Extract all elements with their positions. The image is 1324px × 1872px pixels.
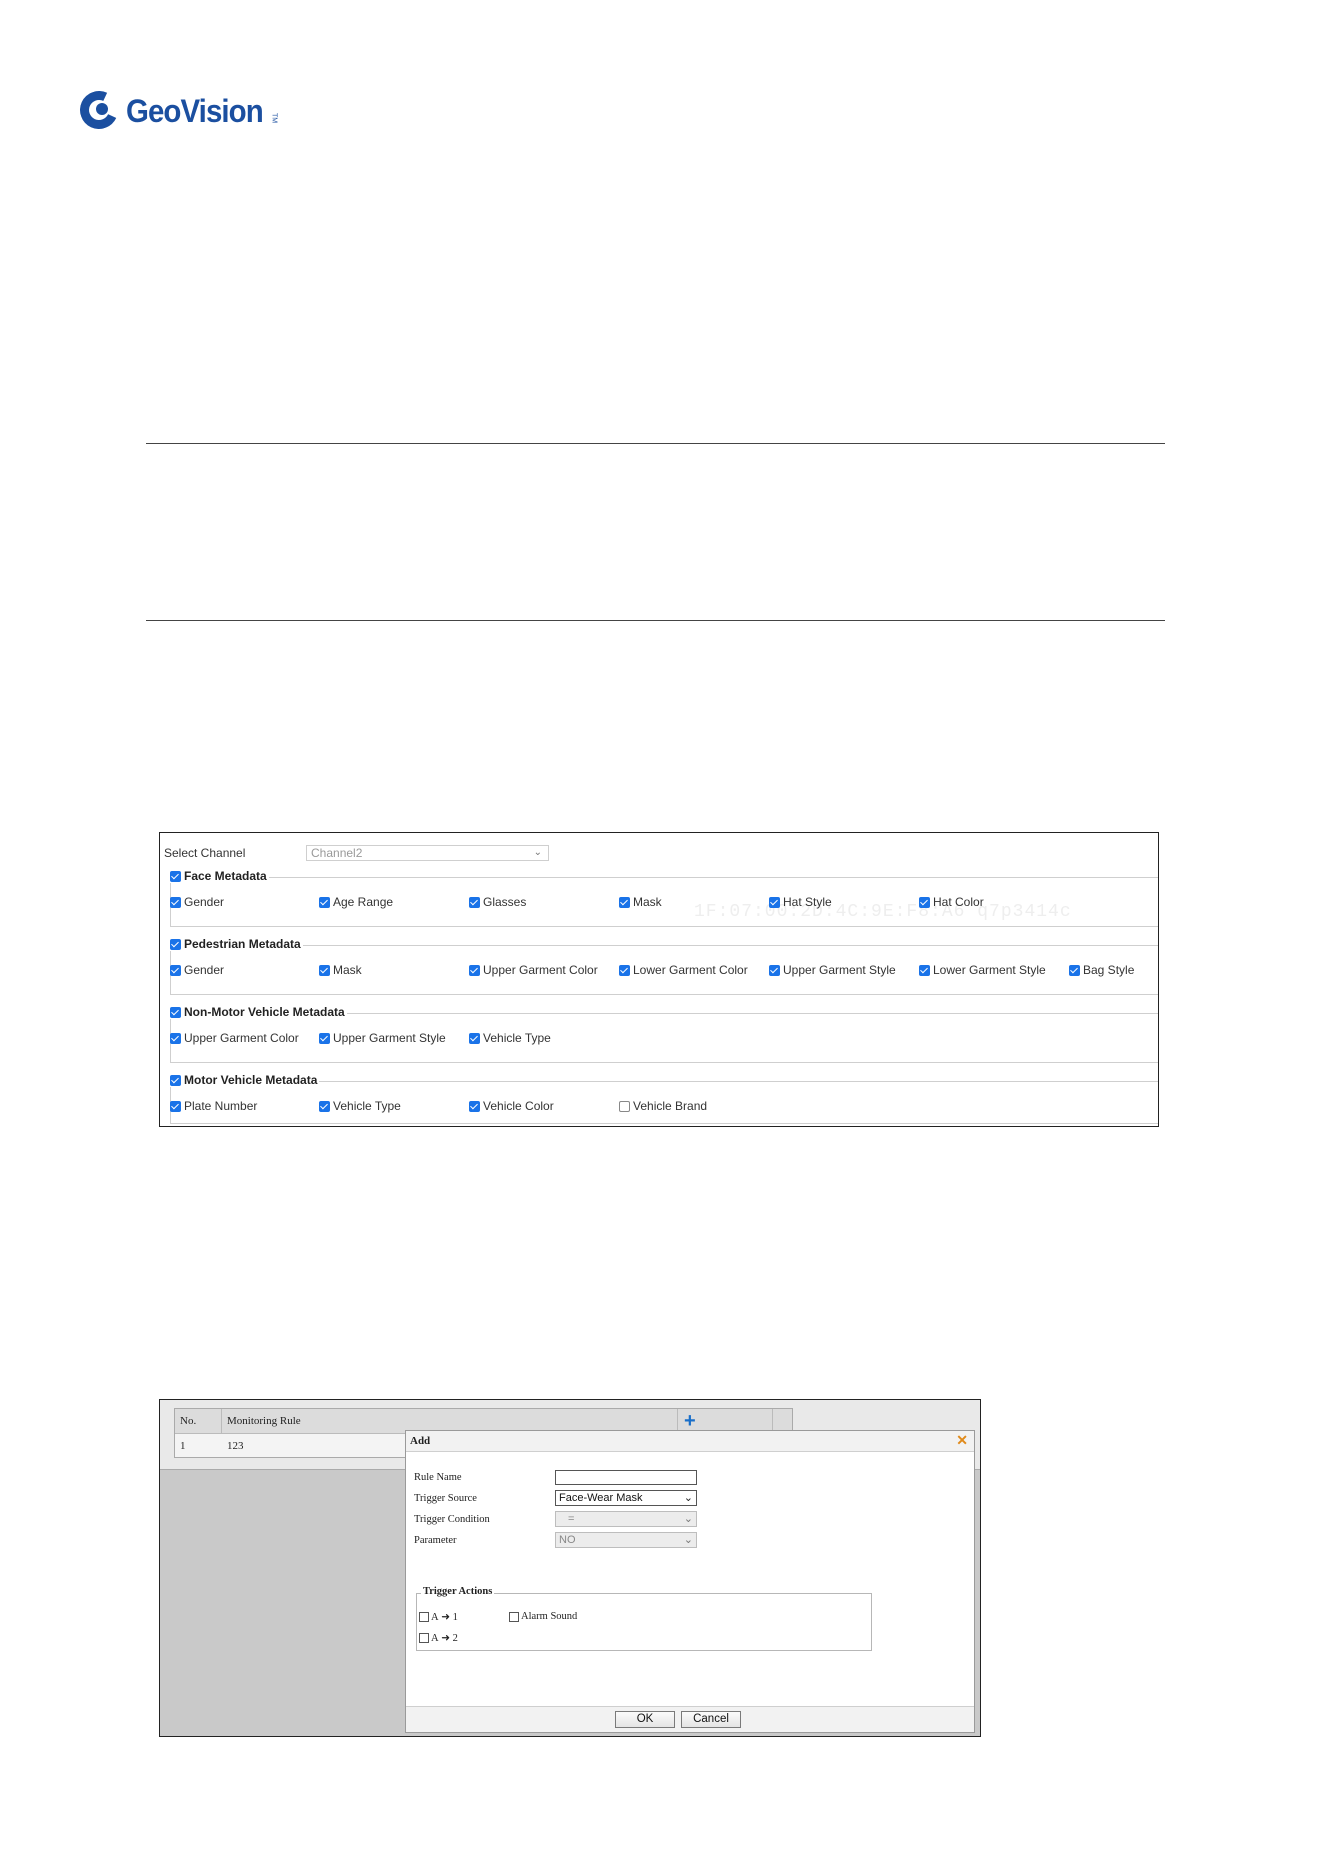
pedestrian-metadata-group: Pedestrian Metadata Gender Mask Upper Ga… — [170, 937, 1158, 995]
option-lower-garment-color[interactable]: Lower Garment Color — [619, 963, 748, 977]
dialog-title: Add — [410, 1435, 431, 1447]
checkbox-checked-icon — [319, 1100, 330, 1112]
cancel-button[interactable]: Cancel — [681, 1711, 741, 1728]
option-vehicle-brand[interactable]: Vehicle Brand — [619, 1099, 707, 1113]
arrow-right-icon: ➜ — [438, 1612, 453, 1623]
option-mask[interactable]: Mask — [619, 895, 662, 909]
checkbox-checked-icon — [170, 964, 181, 976]
option-upper-garment-color[interactable]: Upper Garment Color — [469, 963, 598, 977]
select-channel-row: Select Channel Channel2 ⌄ — [164, 845, 549, 861]
action-a-to-1[interactable]: A ➜ 1 — [419, 1611, 458, 1623]
parameter-select[interactable]: NO ⌄ — [555, 1532, 697, 1548]
trigger-source-select[interactable]: Face-Wear Mask ⌄ — [555, 1490, 697, 1506]
checkbox-unchecked-icon — [509, 1611, 519, 1622]
brand-name: GeoVision — [126, 92, 264, 129]
option-upper-garment-color[interactable]: Upper Garment Color — [170, 1031, 299, 1045]
rule-name-input[interactable] — [555, 1470, 697, 1485]
chevron-down-icon: ⌄ — [533, 847, 542, 858]
checkbox-checked-icon — [170, 1006, 181, 1018]
trigger-condition-label: Trigger Condition — [414, 1513, 490, 1525]
option-vehicle-type[interactable]: Vehicle Type — [469, 1031, 551, 1045]
checkbox-checked-icon — [619, 896, 630, 908]
select-channel-label: Select Channel — [164, 846, 246, 860]
option-vehicle-color[interactable]: Vehicle Color — [469, 1099, 554, 1113]
trigger-actions-title: Trigger Actions — [421, 1586, 495, 1597]
checkbox-checked-icon — [170, 938, 181, 950]
geovision-logo-mark-icon — [74, 85, 124, 135]
pedestrian-metadata-toggle[interactable]: Pedestrian Metadata — [170, 937, 303, 951]
face-metadata-group: Face Metadata Gender Age Range Glasses M… — [170, 869, 1158, 927]
checkbox-checked-icon — [769, 964, 780, 976]
dialog-title-bar: Add ✕ — [406, 1431, 974, 1452]
checkbox-checked-icon — [319, 896, 330, 908]
option-hat-color[interactable]: Hat Color — [919, 895, 984, 909]
option-plate-number[interactable]: Plate Number — [170, 1099, 257, 1113]
plus-icon: + — [684, 1410, 696, 1432]
rule-name-label: Rule Name — [414, 1472, 462, 1483]
add-rule-dialog: Add ✕ Rule Name Trigger Source Face-Wear… — [405, 1430, 975, 1733]
option-mask[interactable]: Mask — [319, 963, 362, 977]
checkbox-checked-icon — [919, 896, 930, 908]
trigger-actions-group: Trigger Actions A ➜ 1 Alarm Sound A ➜ 2 — [416, 1586, 872, 1651]
option-age-range[interactable]: Age Range — [319, 895, 393, 909]
select-channel-dropdown[interactable]: Channel2 ⌄ — [306, 845, 549, 861]
parameter-label: Parameter — [414, 1534, 457, 1546]
non-motor-vehicle-metadata-toggle[interactable]: Non-Motor Vehicle Metadata — [170, 1005, 347, 1019]
option-upper-garment-style[interactable]: Upper Garment Style — [769, 963, 896, 977]
chevron-down-icon: ⌄ — [683, 1513, 693, 1525]
non-motor-vehicle-metadata-group: Non-Motor Vehicle Metadata Upper Garment… — [170, 1005, 1158, 1063]
checkbox-checked-icon — [319, 964, 330, 976]
checkbox-checked-icon — [469, 896, 480, 908]
monitoring-rule-panel: No. Monitoring Rule + 1 123 Add ✕ Rule N… — [159, 1399, 981, 1737]
trigger-condition-select[interactable]: = ⌄ — [555, 1511, 697, 1527]
checkbox-checked-icon — [170, 870, 181, 882]
checkbox-checked-icon — [469, 1032, 480, 1044]
checkbox-checked-icon — [319, 1032, 330, 1044]
divider-bottom — [146, 620, 1165, 621]
checkbox-checked-icon — [170, 1100, 181, 1112]
option-bag-style[interactable]: Bag Style — [1069, 963, 1134, 977]
action-a-to-2[interactable]: A ➜ 2 — [419, 1632, 458, 1644]
checkbox-unchecked-icon — [419, 1633, 429, 1643]
ok-button[interactable]: OK — [615, 1711, 675, 1728]
motor-vehicle-metadata-toggle[interactable]: Motor Vehicle Metadata — [170, 1073, 320, 1087]
checkbox-checked-icon — [919, 964, 930, 976]
option-lower-garment-style[interactable]: Lower Garment Style — [919, 963, 1046, 977]
rule-name-row: Rule Name — [414, 1470, 697, 1485]
checkbox-unchecked-icon — [619, 1100, 630, 1112]
dialog-footer: OK Cancel — [406, 1706, 974, 1732]
chevron-down-icon: ⌄ — [683, 1492, 693, 1504]
checkbox-unchecked-icon — [419, 1612, 429, 1622]
option-gender[interactable]: Gender — [170, 895, 224, 909]
option-glasses[interactable]: Glasses — [469, 895, 526, 909]
column-header-no: No. — [175, 1409, 222, 1433]
checkbox-checked-icon — [170, 1032, 181, 1044]
checkbox-checked-icon — [469, 1100, 480, 1112]
chevron-down-icon: ⌄ — [683, 1534, 693, 1546]
option-vehicle-type[interactable]: Vehicle Type — [319, 1099, 401, 1113]
checkbox-checked-icon — [170, 896, 181, 908]
arrow-right-icon: ➜ — [438, 1633, 453, 1644]
action-alarm-sound[interactable]: Alarm Sound — [509, 1611, 577, 1622]
parameter-row: Parameter NO ⌄ — [414, 1532, 697, 1548]
close-icon[interactable]: ✕ — [956, 1433, 968, 1447]
checkbox-checked-icon — [1069, 964, 1080, 976]
checkbox-checked-icon — [469, 964, 480, 976]
row-no: 1 — [180, 1439, 186, 1452]
motor-vehicle-metadata-group: Motor Vehicle Metadata Plate Number Vehi… — [170, 1073, 1158, 1124]
checkbox-checked-icon — [769, 896, 780, 908]
checkbox-checked-icon — [619, 964, 630, 976]
divider-top — [146, 443, 1165, 444]
metadata-settings-panel: 1F:07:00:2D:4C:9E:F8:A6 q7p3414c Select … — [159, 832, 1159, 1127]
option-upper-garment-style[interactable]: Upper Garment Style — [319, 1031, 446, 1045]
trigger-condition-row: Trigger Condition = ⌄ — [414, 1511, 697, 1527]
face-metadata-toggle[interactable]: Face Metadata — [170, 869, 269, 883]
option-gender[interactable]: Gender — [170, 963, 224, 977]
trigger-source-row: Trigger Source Face-Wear Mask ⌄ — [414, 1490, 697, 1506]
geovision-logo: GeoVision TM — [74, 85, 278, 136]
option-hat-style[interactable]: Hat Style — [769, 895, 832, 909]
checkbox-checked-icon — [170, 1074, 181, 1086]
trigger-source-label: Trigger Source — [414, 1492, 477, 1504]
brand-trademark: TM — [270, 112, 278, 124]
